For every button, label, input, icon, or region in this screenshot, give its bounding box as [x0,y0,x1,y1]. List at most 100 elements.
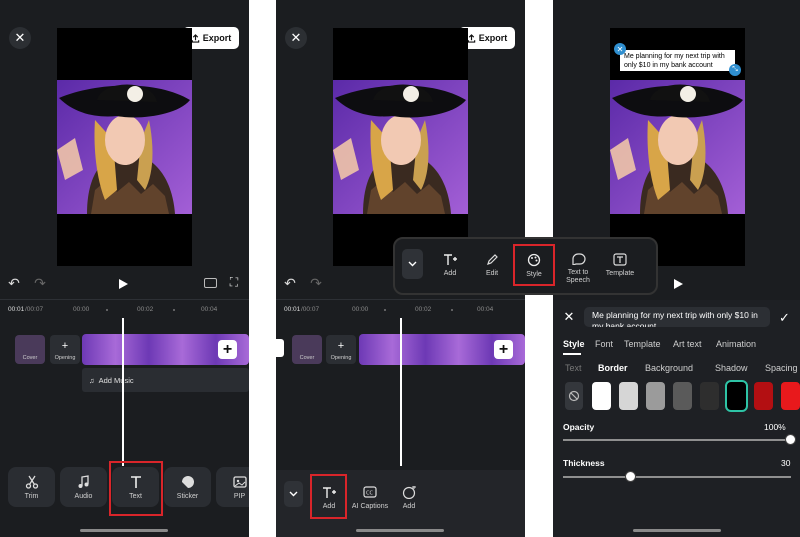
style-tabs: Style Font Template Art text Animation [563,339,800,353]
upload-icon [467,33,475,43]
chevron-down-icon [408,261,417,267]
confirm-button[interactable]: ✓ [779,310,790,326]
tab-art-text[interactable]: Art text [673,339,702,349]
ruler-tick: 00:02 [137,306,154,313]
opening-tile[interactable]: + Opening [50,335,80,364]
home-indicator [633,529,721,532]
ruler-tick: 00:00 [73,306,90,313]
ruler-tick: 00:04 [477,306,494,313]
swatch-light-gray[interactable] [619,382,638,410]
play-icon [674,279,683,289]
undo-icon[interactable]: ↶ [6,275,22,291]
subtab-background[interactable]: Background [645,363,693,373]
close-icon: ✕ [616,44,624,54]
plus-icon: + [61,340,69,352]
playhead[interactable] [122,318,124,466]
text-style-sheet [553,300,800,537]
divider [276,299,525,300]
resolution-icon[interactable] [204,278,217,288]
redo-icon[interactable]: ↷ [308,275,324,291]
opacity-slider-track[interactable] [563,439,791,441]
tool-sticker[interactable]: Sticker [164,467,211,507]
overlay-resize-handle[interactable]: ⤡ [729,64,741,76]
text-to-speech-icon [571,253,586,265]
swatch-black-selected[interactable] [725,380,748,412]
track-handle[interactable] [276,339,284,357]
subtab-text[interactable]: Text [565,363,582,373]
tool-pip[interactable]: PIP [216,467,249,507]
video-frame [610,80,745,214]
swatch-dark-red[interactable] [754,382,773,410]
svg-text:CC: CC [366,490,373,496]
undo-icon[interactable]: ↶ [282,275,298,291]
collapse-button[interactable] [402,249,423,279]
no-color-swatch[interactable] [565,382,583,410]
add-music-track[interactable]: ♫ Add Music [82,368,249,392]
swatch-dark-gray[interactable] [673,382,692,410]
swatch-charcoal[interactable] [700,382,719,410]
close-button[interactable]: ✕ [9,27,31,49]
opacity-value: 100% [764,422,786,432]
sticker-icon [181,475,194,488]
tab-underline [563,353,581,355]
tool-audio[interactable]: Audio [60,467,107,507]
tool-ai-captions[interactable]: CC AI Captions [351,478,389,518]
menu-edit[interactable]: Edit [475,248,509,282]
cover-tile[interactable]: Cover [292,335,322,364]
text-input[interactable]: Me planning for my next trip with only $… [584,307,770,327]
tool-trim[interactable]: Trim [8,467,55,507]
tab-font[interactable]: Font [595,339,613,349]
add-clip-button[interactable]: + [218,340,237,359]
tab-style[interactable]: Style [563,339,585,349]
overlay-delete-button[interactable]: ✕ [614,43,626,55]
menu-add[interactable]: Add [433,248,467,282]
highlight-text-tool [109,461,163,516]
tab-template[interactable]: Template [624,339,661,349]
subtab-spacing[interactable]: Spacing [765,363,798,373]
video-preview[interactable] [333,28,468,266]
home-indicator [356,529,444,532]
subtab-border[interactable]: Border [598,363,628,373]
play-button[interactable] [117,277,129,295]
tab-animation[interactable]: Animation [716,339,756,349]
close-icon: ✕ [563,309,575,324]
video-frame [333,80,468,214]
plus-icon: + [498,340,509,358]
swatch-red[interactable] [781,382,800,410]
ruler-tick: 00:02 [415,306,432,313]
scissors-icon [25,475,38,489]
style-subtabs: Text Border Background Shadow Spacing [565,363,800,377]
video-preview[interactable] [57,28,192,266]
time-current: 00:01 [8,306,25,313]
close-button[interactable]: ✕ [285,27,307,49]
swatch-white[interactable] [592,382,611,410]
subtab-shadow[interactable]: Shadow [715,363,748,373]
tool-add-sticker[interactable]: Add [392,478,426,518]
ruler-tick: 00:04 [201,306,218,313]
thickness-value: 30 [781,458,791,468]
check-icon: ✓ [779,310,790,325]
cancel-button[interactable]: ✕ [562,309,576,324]
text-add-icon [443,254,457,265]
opacity-slider-knob[interactable] [785,434,796,445]
menu-text-to-speech[interactable]: Text to Speech [559,248,597,288]
thickness-label: Thickness [563,458,605,468]
cover-tile[interactable]: Cover [15,335,45,364]
collapse-button[interactable] [284,481,303,507]
text-overlay-box[interactable]: Me planning for my next trip with only $… [620,50,735,71]
playhead[interactable] [400,318,402,466]
close-icon: ✕ [14,30,26,45]
time-current: 00:01 [284,306,301,313]
thickness-slider-track[interactable] [563,476,791,478]
opening-tile[interactable]: + Opening [326,335,356,364]
music-note-icon: ♫ [89,375,95,385]
play-button[interactable] [672,277,684,295]
add-clip-button[interactable]: + [494,340,513,359]
menu-template[interactable]: Template [601,248,639,282]
close-icon: ✕ [290,30,302,45]
swatch-gray[interactable] [646,382,665,410]
music-note-icon [78,474,89,488]
redo-icon[interactable]: ↷ [32,275,48,291]
fullscreen-icon[interactable]: ⛶ [226,275,242,289]
chevron-down-icon [289,491,298,497]
